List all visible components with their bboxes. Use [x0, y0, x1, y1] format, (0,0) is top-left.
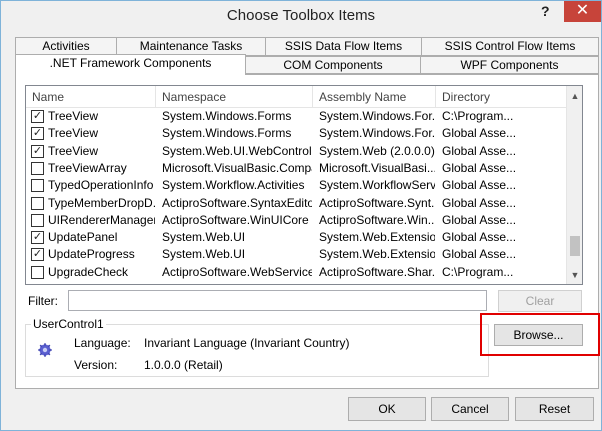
- row-checkbox[interactable]: ✓: [31, 127, 44, 141]
- version-value: 1.0.0.0 (Retail): [144, 358, 223, 372]
- reset-button[interactable]: Reset: [515, 397, 594, 421]
- clear-button[interactable]: Clear: [498, 290, 582, 312]
- row-cell-name: TypedOperationInfo: [48, 178, 154, 193]
- row-cell-ns: System.Workflow.Activities: [162, 178, 305, 193]
- row-checkbox[interactable]: ✓: [31, 231, 44, 245]
- row-cell-ns: System.Windows.Forms: [162, 126, 292, 141]
- scroll-up-icon[interactable]: ▲: [567, 88, 582, 105]
- tab-wpf-components[interactable]: WPF Components: [420, 56, 599, 74]
- help-button[interactable]: ?: [541, 3, 550, 19]
- language-label: Language:: [74, 336, 131, 350]
- window-title: Choose Toolbox Items: [226, 7, 376, 24]
- row-cell-dir: Global Asse...: [442, 160, 517, 175]
- tab-ssis-control-flow-items[interactable]: SSIS Control Flow Items: [421, 37, 599, 56]
- row-cell-dir: Global Asse...: [442, 143, 517, 158]
- filter-label: Filter:: [28, 294, 58, 308]
- row-cell-asm: ActiproSoftware.Synt...: [319, 195, 435, 210]
- row-cell-ns: Microsoft.VisualBasic.Compa...: [162, 160, 312, 175]
- row-cell-asm: ActiproSoftware.Shar...: [319, 264, 435, 279]
- column-header-name[interactable]: Name: [26, 86, 156, 108]
- row-cell-ns: System.Web.UI: [162, 230, 246, 245]
- row-cell-ns: System.Web.UI.WebControls: [162, 143, 312, 158]
- row-cell-dir: Global Asse...: [442, 126, 517, 141]
- column-header-namespace[interactable]: Namespace: [156, 86, 313, 108]
- row-cell-name: UpgradeCheck: [48, 264, 129, 279]
- table-row[interactable]: UIRendererManager ActiproSoftware.WinUICo…: [26, 212, 566, 229]
- row-checkbox[interactable]: [31, 196, 44, 210]
- table-row[interactable]: ✓ TreeView System.Web.UI.WebControls System…: [26, 143, 566, 160]
- cancel-button[interactable]: Cancel: [431, 397, 509, 421]
- row-cell-dir: Global Asse...: [442, 195, 517, 210]
- table-row[interactable]: ✓ UpdatePanel System.Web.UI System.Web.Exte…: [26, 229, 566, 246]
- tab-net-framework-components[interactable]: .NET Framework Components: [15, 54, 246, 75]
- row-checkbox[interactable]: ✓: [31, 110, 44, 123]
- table-row[interactable]: UpgradeCheck ActiproSoftware.WebServices A…: [26, 264, 566, 281]
- ok-button[interactable]: OK: [348, 397, 426, 421]
- browse-button[interactable]: Browse...: [494, 324, 583, 346]
- table-row[interactable]: TypeMemberDropD... ActiproSoftware.Syntax…: [26, 195, 566, 212]
- row-cell-asm: System.Web.Extensio...: [319, 247, 435, 262]
- row-cell-dir: Global Asse...: [442, 247, 517, 262]
- gear-icon: [38, 343, 52, 357]
- tab-ssis-data-flow-items[interactable]: SSIS Data Flow Items: [265, 37, 422, 56]
- row-cell-name: TreeViewArray: [48, 160, 127, 175]
- table-row[interactable]: ✓ UpdateProgress System.Web.UI System.Web.E…: [26, 246, 566, 263]
- vertical-scrollbar[interactable]: ▲ ▼: [566, 86, 582, 284]
- filter-input[interactable]: [68, 290, 487, 311]
- row-checkbox[interactable]: [31, 179, 44, 193]
- row-cell-name: TypeMemberDropD...: [48, 195, 155, 210]
- table-row[interactable]: TreeViewArray Microsoft.VisualBasic.Compa…: [26, 160, 566, 177]
- row-cell-name: UpdatePanel: [48, 230, 118, 245]
- row-cell-name: TreeView: [48, 109, 99, 123]
- table-row[interactable]: TypedOperationInfo System.Workflow.Activi…: [26, 177, 566, 194]
- row-cell-dir: Global Asse...: [442, 178, 517, 193]
- row-cell-dir: Global Asse...: [442, 230, 517, 245]
- row-cell-asm: System.Windows.For...: [319, 109, 435, 123]
- row-checkbox[interactable]: ✓: [31, 144, 44, 158]
- language-value: Invariant Language (Invariant Country): [144, 336, 350, 350]
- row-cell-asm: ActiproSoftware.Win...: [319, 212, 435, 227]
- row-cell-ns: ActiproSoftware.WebServices: [162, 264, 312, 279]
- version-label: Version:: [74, 358, 118, 372]
- row-cell-dir: C:\Program...: [442, 264, 514, 279]
- row-cell-asm: System.WorkflowServ...: [319, 178, 435, 193]
- details-group-title: UserControl1: [31, 317, 106, 331]
- row-checkbox[interactable]: [31, 265, 44, 279]
- list-header: Name Namespace Assembly Name Directory: [26, 86, 566, 108]
- row-cell-name: UpdateProgress: [48, 247, 135, 262]
- table-row[interactable]: ✓ TreeView System.Windows.Forms System.Wind…: [26, 108, 566, 125]
- row-cell-dir: Global Asse...: [442, 212, 517, 227]
- row-cell-ns: System.Web.UI: [162, 247, 246, 262]
- row-cell-asm: Microsoft.VisualBasi...: [319, 160, 435, 175]
- scroll-down-icon[interactable]: ▼: [567, 267, 582, 284]
- components-list[interactable]: Name Namespace Assembly Name Directory ✓…: [25, 85, 583, 285]
- row-cell-asm: System.Windows.For...: [319, 126, 435, 141]
- row-cell-dir: C:\Program...: [442, 109, 514, 123]
- row-cell-name: TreeView: [48, 126, 99, 141]
- table-row[interactable]: ✓ TreeView System.Windows.Forms System.Wind…: [26, 125, 566, 142]
- row-cell-ns: ActiproSoftware.WinUICore: [162, 212, 309, 227]
- column-header-assembly-name[interactable]: Assembly Name: [313, 86, 436, 108]
- row-cell-ns: ActiproSoftware.SyntaxEditor...: [162, 195, 312, 210]
- close-button[interactable]: ✕: [564, 1, 601, 22]
- row-cell-ns: System.Windows.Forms: [162, 109, 292, 123]
- row-cell-asm: System.Web.Extensio...: [319, 230, 435, 245]
- choose-toolbox-items-dialog: Choose Toolbox Items ? ✕ Activities Main…: [0, 0, 602, 431]
- row-cell-name: UIRendererManager: [48, 212, 155, 227]
- column-header-directory[interactable]: Directory: [436, 86, 566, 108]
- row-checkbox[interactable]: [31, 161, 44, 175]
- row-checkbox[interactable]: ✓: [31, 248, 44, 262]
- title-bar: Choose Toolbox Items ? ✕: [1, 1, 601, 30]
- row-cell-name: TreeView: [48, 143, 99, 158]
- scroll-thumb[interactable]: [570, 236, 580, 256]
- tab-com-components[interactable]: COM Components: [245, 56, 421, 74]
- row-checkbox[interactable]: [31, 213, 44, 227]
- row-cell-asm: System.Web (2.0.0.0): [319, 143, 435, 158]
